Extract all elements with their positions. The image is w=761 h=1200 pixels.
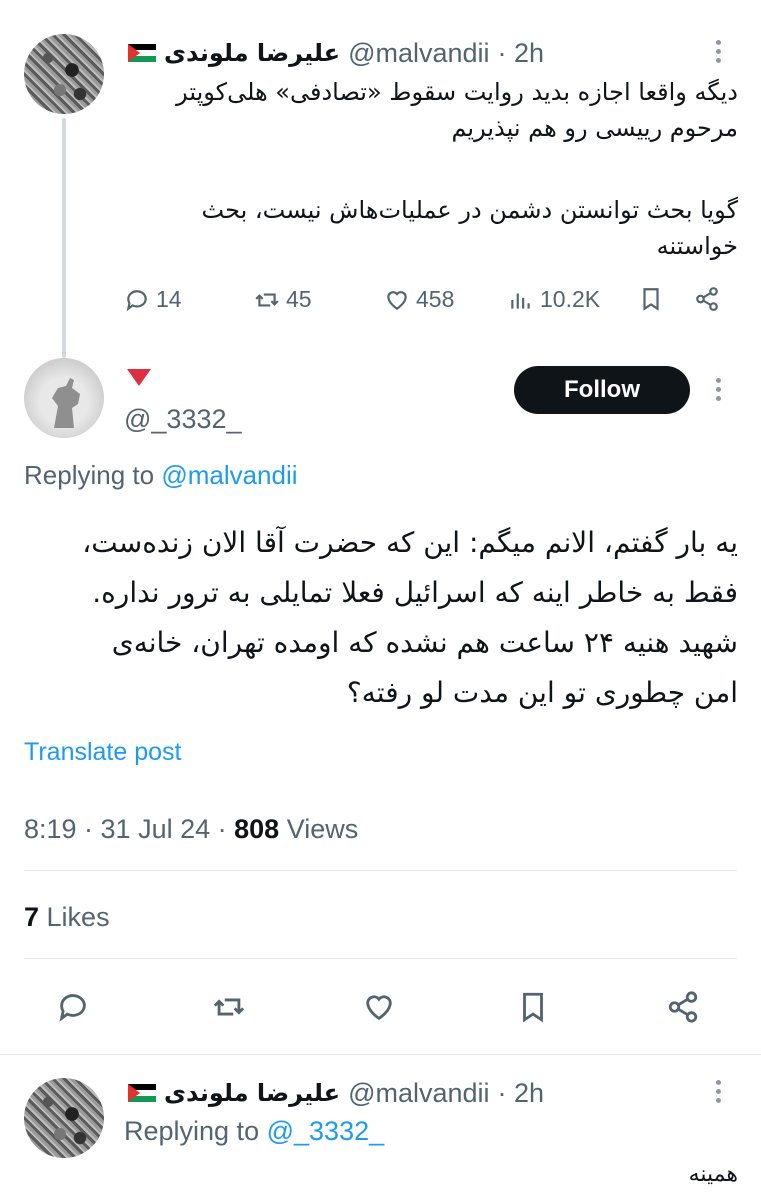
replying-to-line: Replying to @_3332_ [124,1116,384,1147]
replying-to-line: Replying to @malvandii [24,460,298,491]
display-name[interactable]: علیرضا ملوندی [164,1079,340,1107]
views-label: Views [279,814,359,844]
like-button[interactable] [362,990,396,1024]
tweet3-header: علیرضا ملوندی @malvandii · 2h [124,1076,544,1110]
reply-button[interactable]: 14 [124,286,182,313]
tweet-text-line: خواستنه [656,232,738,260]
tweet-text-line: دیگه واقعا اجازه بدید روایت سقوط «تصادفی… [176,78,738,106]
tweet-text-line: فقط به خاطر اینه که اسرائیل فعلا تمایلی … [92,576,738,609]
palestine-flag-icon [128,1084,156,1102]
tweet-text-line: یه بار گفتم، الانم میگم: این که حضرت آقا… [82,526,738,559]
tweet1-header: علیرضا ملوندی @malvandii · 2h [124,36,544,70]
heart-icon [387,290,407,310]
repost-icon [213,998,245,1016]
more-options-icon[interactable] [716,40,722,63]
follow-button[interactable]: Follow [514,366,690,414]
replying-to-handle[interactable]: @malvandii [161,460,297,490]
translate-post-link[interactable]: Translate post [24,738,181,767]
likes-label: Likes [39,902,110,932]
avatar[interactable] [24,34,104,114]
divider [0,1054,761,1055]
views-button[interactable]: 10.2K [508,286,600,313]
tweet-text-line: گویا بحث توانستن دشمن در عملیات‌هاش نیست… [201,196,738,224]
like-button[interactable]: 458 [384,286,454,313]
display-name[interactable] [124,366,164,392]
avatar[interactable] [24,1078,104,1158]
tweet-text-line: امن چطوری تو این مدت لو رفته؟ [346,676,738,709]
bookmark-icon [643,288,659,311]
palestine-flag-icon [128,44,156,62]
share-button[interactable] [694,286,720,312]
reply-count: 14 [156,286,182,312]
like-count: 458 [416,286,455,312]
replying-prefix: Replying to [124,1116,260,1146]
post-timestamp[interactable]: 8:19 · 31 Jul 24 · [24,814,234,844]
more-options-icon[interactable] [716,1080,722,1103]
share-icon [696,287,718,311]
share-button[interactable] [666,990,700,1024]
views-count: 10.2K [540,286,601,312]
reply-icon [126,289,147,311]
user-handle[interactable]: @_3332_ [124,404,242,435]
views-count: 808 [234,814,280,844]
replying-to-handle[interactable]: @_3332_ [267,1116,385,1146]
post-time[interactable]: · 2h [498,1078,545,1109]
post-time[interactable]: · 2h [498,38,545,69]
bookmark-button[interactable] [638,286,664,312]
divider [24,958,737,959]
bookmark-icon [523,992,543,1023]
repost-button[interactable]: 45 [254,286,312,313]
display-name[interactable]: علیرضا ملوندی [164,39,340,67]
reply-icon [59,994,86,1022]
tweet2-text: یه بار گفتم، الانم میگم: این که حضرت آقا… [24,518,738,718]
bookmark-button[interactable] [516,990,550,1024]
avatar[interactable] [24,358,104,438]
user-handle[interactable]: @malvandii [348,38,489,69]
divider [24,870,737,871]
replying-prefix: Replying to [24,460,155,490]
tweet-text-line: مرحوم رییسی رو هم نپذیریم [451,114,738,142]
repost-count: 45 [286,286,312,312]
likes-count: 7 [24,902,40,932]
likes-summary[interactable]: 7 Likes [24,902,110,933]
post-meta: 8:19 · 31 Jul 24 · 808 Views [24,814,358,845]
horse-rider-icon [52,378,80,428]
repost-icon [255,293,279,306]
heart-icon [366,995,392,1021]
repost-button[interactable] [212,990,246,1024]
reply-button[interactable] [56,990,90,1024]
tweet3-text: همینه [688,1162,738,1187]
more-options-icon[interactable] [716,378,722,401]
user-handle[interactable]: @malvandii [348,1078,489,1109]
tweet-text-line: شهید هنیه ۲۴ ساعت هم نشده که اومده تهران… [111,626,738,659]
analytics-icon [511,293,530,309]
tweet1-text: دیگه واقعا اجازه بدید روایت سقوط «تصادفی… [124,74,738,264]
thread-connector-line [62,118,66,358]
red-triangle-icon [127,369,151,386]
share-icon [668,991,698,1023]
